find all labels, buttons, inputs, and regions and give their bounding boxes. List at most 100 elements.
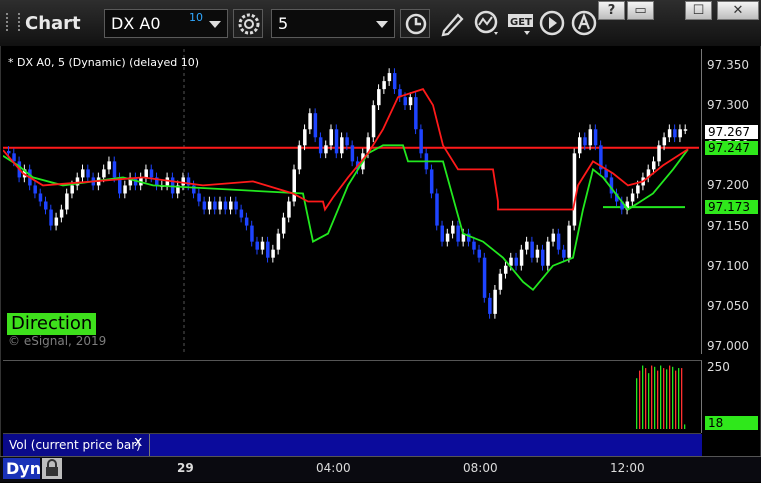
volume-study-label: Vol (current price bar) [9,438,141,452]
candle-body [535,249,540,258]
time-button[interactable] [400,9,430,38]
candle-body [588,129,593,146]
candle-body [567,225,571,258]
candle-body [107,161,111,170]
play-button[interactable] [538,9,570,38]
candle-body [392,73,397,90]
settings-icon [238,13,260,35]
candle-body [81,169,85,178]
candle-body [281,217,286,234]
candle-body [445,233,450,242]
time-label-0800: 08:00 [463,461,498,475]
candle-body [244,217,249,226]
dynamic-mode-button[interactable]: Dyn [3,458,41,479]
volume-bar [684,424,686,429]
candle-body [49,209,53,226]
candle-body [630,193,635,202]
candle-body [636,185,640,194]
window-title: Chart [25,13,81,34]
candle-body [673,129,677,138]
maximize-button[interactable]: ☐ [685,1,712,20]
volume-bar [651,365,653,429]
candle-body [493,289,497,314]
help-button[interactable]: ? [598,1,625,20]
settings-button[interactable] [233,9,263,38]
volume-bar [639,370,641,429]
candle-body [102,169,106,178]
candle-body [482,257,487,298]
price-tick: 97.050 [707,298,749,313]
price-chart [2,49,699,354]
candle-body [377,89,381,106]
svg-text:GET: GET [510,17,532,28]
time-axis[interactable] [0,456,761,482]
play-icon [539,10,565,36]
candle-body [577,137,582,154]
candle-body [308,113,312,130]
candle-body [303,129,307,146]
candle-body [572,153,577,226]
direction-label[interactable]: Direction [7,313,97,335]
candle-body [112,161,117,178]
candle-body [329,129,333,146]
candle-body [7,150,11,154]
candle-body [451,225,455,234]
candle-body [313,113,318,138]
price-axis[interactable]: 97.35097.30097.25097.20097.15097.10097.0… [702,49,758,354]
candle-body [350,145,355,162]
volume-bar [636,378,638,429]
chevron-down-icon[interactable] [209,21,221,28]
candle-body [556,233,561,250]
volume-bar [663,368,665,429]
candle-body [239,209,244,218]
candle-body [387,73,392,82]
studies-button[interactable] [472,9,504,38]
candle-body [667,129,672,138]
restore-button[interactable]: ▭ [627,1,654,20]
price-pane[interactable] [2,49,702,354]
draw-button[interactable] [438,9,470,38]
candle-body [223,201,228,210]
candle-body [408,97,413,106]
price-tick: 97.350 [707,58,749,73]
symbol-value: DX A0 [111,14,161,33]
price-tag: 97.267 [705,124,758,139]
price-tick: 97.100 [707,258,749,273]
candle-body [297,145,302,170]
volume-pane[interactable] [3,360,702,433]
price-tick: 97.150 [707,218,749,233]
candle-body [546,241,550,266]
candle-body [197,193,201,202]
candle-body [683,129,688,131]
symbol-badge: 10 [189,11,203,24]
candle-body [334,129,339,154]
window-grip-icon[interactable] [6,13,20,31]
lock-button[interactable] [42,458,62,479]
volume-bar [672,366,674,429]
close-study-icon[interactable]: x [134,434,142,450]
candle-body [266,241,270,258]
time-label-29: 29 [177,461,194,475]
symbol-combo[interactable]: DX A0 10 [104,9,228,38]
interval-combo[interactable]: 5 [271,9,395,38]
close-button[interactable]: ✕ [717,1,759,20]
candle-body [456,225,460,242]
candle-body [583,137,587,146]
candle-body [371,105,376,138]
candle-body [551,233,556,242]
candle-body [651,161,656,170]
volume-bar [669,365,671,429]
candle-body [678,129,682,138]
volume-axis[interactable]: 250 18 [702,360,758,432]
candle-body [440,225,445,242]
green-indicator-line [2,144,689,292]
candle-body [218,201,222,210]
candle-body [33,185,37,194]
candle-body [435,193,439,226]
chevron-down-icon[interactable] [376,21,388,28]
candle-body [419,129,423,154]
get-button[interactable]: GET [506,9,538,38]
candle-body [498,273,503,290]
volume-bar [657,370,659,429]
candle-body [657,145,661,162]
